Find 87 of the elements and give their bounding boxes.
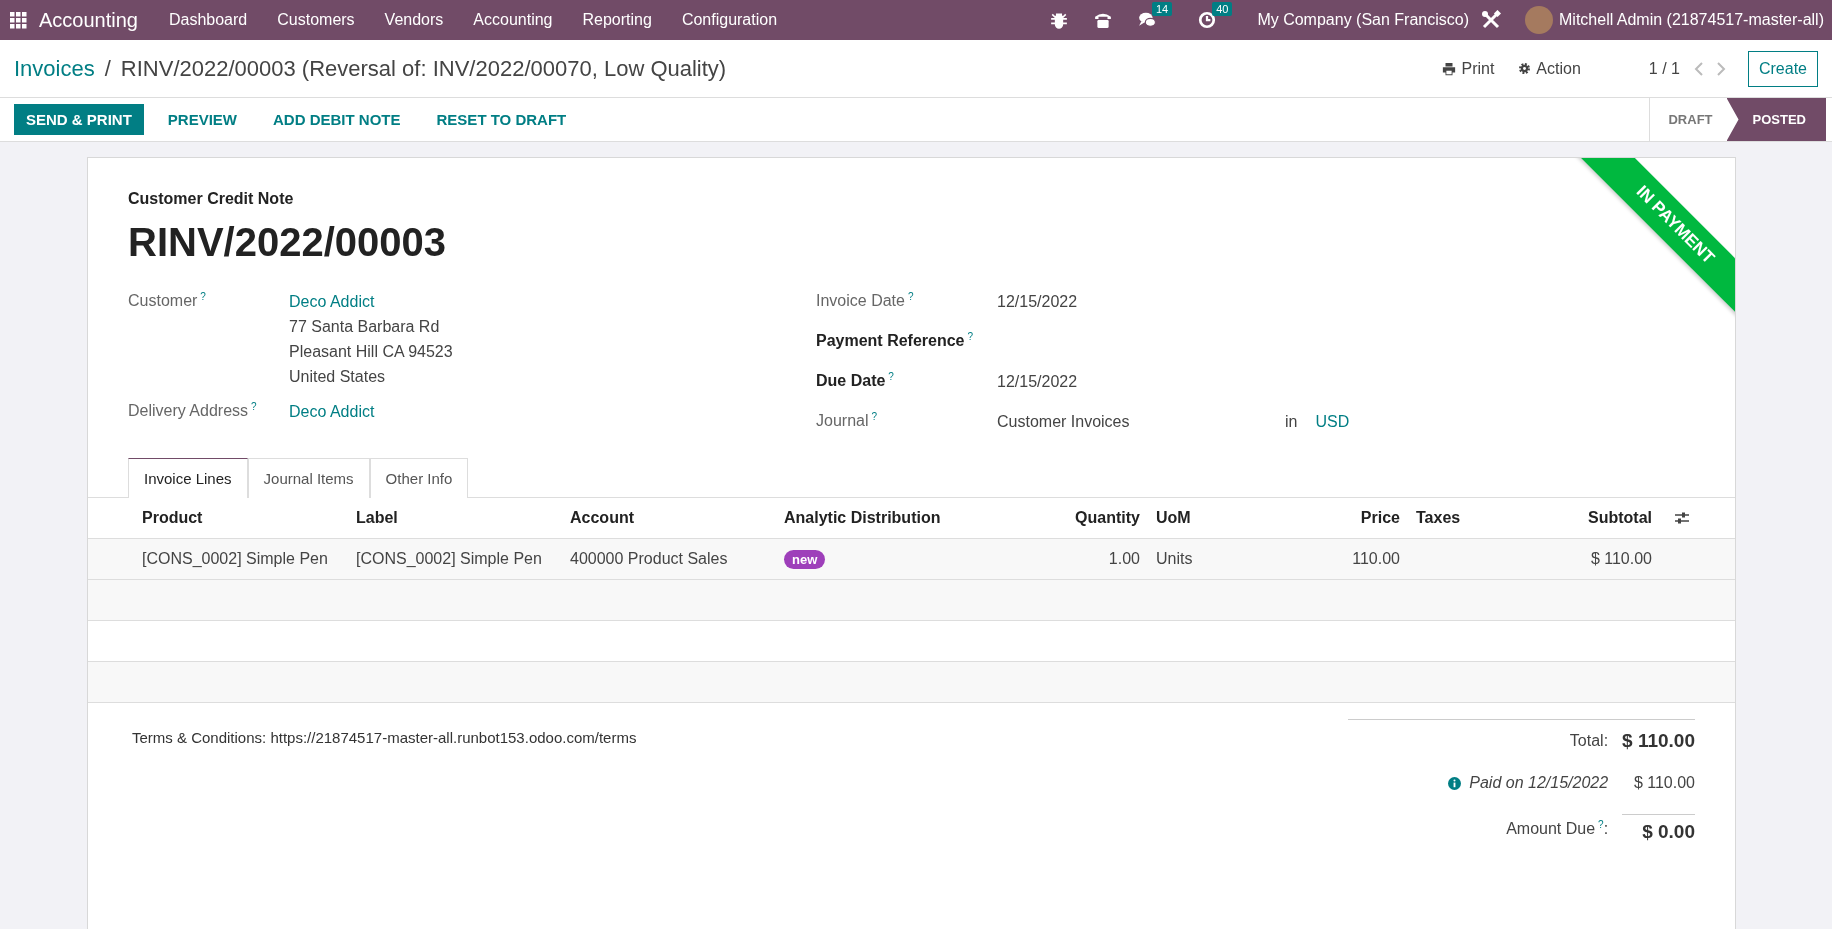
address-line: Pleasant Hill CA 94523	[289, 342, 454, 362]
record-title: RINV/2022/00003 (Reversal of: INV/2022/00070, Low Quality)	[120, 55, 727, 82]
menu-item[interactable]: Dashboard	[153, 11, 263, 29]
create-button[interactable]: Create	[1747, 50, 1818, 87]
column-header[interactable]: Taxes	[1408, 509, 1515, 527]
payment-label: Paid on 12/15/2022	[1469, 774, 1609, 792]
help-tooltip[interactable]: ?	[200, 291, 206, 302]
total-amount: $ 110.00	[1622, 730, 1695, 752]
column-header[interactable]: Account	[562, 509, 776, 527]
apps-menu-icon[interactable]	[10, 11, 27, 29]
menu-item[interactable]: Configuration	[666, 11, 793, 29]
column-settings-icon[interactable]	[1674, 511, 1690, 525]
activity-icon[interactable]	[1198, 11, 1217, 29]
action-button[interactable]: Action	[1518, 59, 1581, 78]
document-number: RINV/2022/00003	[128, 220, 446, 265]
field-label: Delivery Address	[128, 402, 249, 420]
column-header[interactable]: Label	[348, 509, 562, 527]
chat-icon[interactable]	[1137, 11, 1156, 29]
counter-badge: 40	[1212, 2, 1233, 16]
user-menu[interactable]: Mitchell Admin (21874517-master-all)	[1553, 11, 1824, 29]
field-value: 12/15/2022	[997, 292, 1079, 312]
table-cell-text: [CONS_0002] Simple Pen	[141, 550, 329, 568]
status-stage[interactable]: POSTED	[1726, 98, 1826, 141]
tab[interactable]: Invoice Lines	[128, 458, 248, 498]
help-tooltip[interactable]: ?	[871, 411, 878, 422]
help-tooltip[interactable]: ?	[888, 371, 894, 382]
action-button[interactable]: RESET TO DRAFT	[424, 104, 579, 135]
field-label: Due Date	[816, 372, 886, 390]
column-header[interactable]: Price	[1235, 509, 1408, 527]
bug-icon[interactable]	[1049, 11, 1068, 29]
help-tooltip[interactable]: ?	[251, 401, 257, 412]
printer-icon	[1442, 61, 1457, 76]
field-label: Payment Reference	[816, 332, 965, 350]
company-switcher[interactable]: My Company (San Francisco)	[1245, 11, 1481, 29]
menu-item[interactable]: Customers	[262, 11, 370, 29]
column-header[interactable]: Product	[134, 509, 348, 527]
phone-icon[interactable]	[1093, 11, 1112, 29]
info-icon[interactable]	[1448, 776, 1462, 790]
counter-badge: 14	[1151, 2, 1173, 16]
breadcrumb-link[interactable]: Invoices	[14, 55, 95, 82]
total-label: Total:	[1568, 732, 1609, 750]
field-label: Invoice Date	[816, 292, 905, 310]
column-header[interactable]: UoM	[1148, 509, 1235, 527]
tab[interactable]: Other Info	[369, 458, 469, 498]
table-cell-text: 110.00	[1351, 550, 1401, 568]
tab[interactable]: Journal Items	[247, 458, 370, 498]
pager-value: 1 / 1	[1648, 59, 1680, 78]
currency-link[interactable]: USD	[1315, 411, 1350, 432]
action-button[interactable]: PREVIEW	[155, 104, 250, 135]
column-header[interactable]: Subtotal	[1515, 509, 1660, 527]
amount-due: $ 0.00	[1622, 814, 1695, 843]
customer-link[interactable]: Deco Addict	[289, 401, 816, 422]
address-line: 77 Santa Barbara Rd	[289, 317, 441, 337]
table-cell-text: $ 110.00	[1589, 550, 1653, 568]
field-label: Customer	[128, 292, 198, 310]
action-button[interactable]: ADD DEBIT NOTE	[261, 104, 413, 135]
help-tooltip[interactable]: ?	[907, 291, 914, 302]
print-button[interactable]: Print	[1442, 59, 1495, 78]
table-cell-text: Units	[1155, 550, 1194, 568]
menu-item[interactable]: Vendors	[369, 11, 459, 29]
address-line: United States	[289, 367, 387, 387]
help-tooltip[interactable]: ?	[1598, 818, 1604, 830]
column-header[interactable]: Analytic Distribution	[776, 509, 990, 527]
customer-link[interactable]: Deco Addict	[289, 291, 816, 312]
analytic-tag: new	[784, 550, 826, 569]
terms-text: Terms & Conditions: https://21874517-master-all.runbot153.odoo.com/terms	[132, 729, 637, 748]
document-type: Customer Credit Note	[128, 190, 294, 208]
app-name[interactable]: Accounting	[39, 8, 138, 32]
menu-item[interactable]: Accounting	[458, 11, 568, 29]
label-colon: :	[1603, 820, 1609, 838]
column-header[interactable]: Quantity	[990, 509, 1148, 527]
gear-icon	[1518, 62, 1532, 75]
action-button[interactable]: SEND & PRINT	[14, 104, 144, 135]
field-text: in	[1285, 412, 1298, 432]
payment-amount: $ 110.00	[1632, 774, 1695, 792]
breadcrumb-separator: /	[104, 55, 111, 82]
menu-item[interactable]: Reporting	[567, 11, 667, 29]
table-cell-text: 1.00	[1107, 550, 1141, 568]
field-label: Journal	[816, 412, 869, 430]
table-cell-text: [CONS_0002] Simple Pen	[355, 550, 543, 568]
field-value: Customer Invoices	[997, 412, 1131, 432]
tools-icon[interactable]	[1481, 10, 1501, 30]
table-cell-text: 400000 Product Sales	[569, 550, 729, 568]
table-row[interactable]: [CONS_0002] Simple Pen [CONS_0002] Simple Pen 400000 Product Sales new 1.00 Units 110.00 $ 110.00	[88, 539, 1735, 580]
help-tooltip[interactable]: ?	[967, 331, 974, 342]
field-value: 12/15/2022	[997, 372, 1079, 392]
amount-due-label: Amount Due	[1506, 820, 1596, 838]
